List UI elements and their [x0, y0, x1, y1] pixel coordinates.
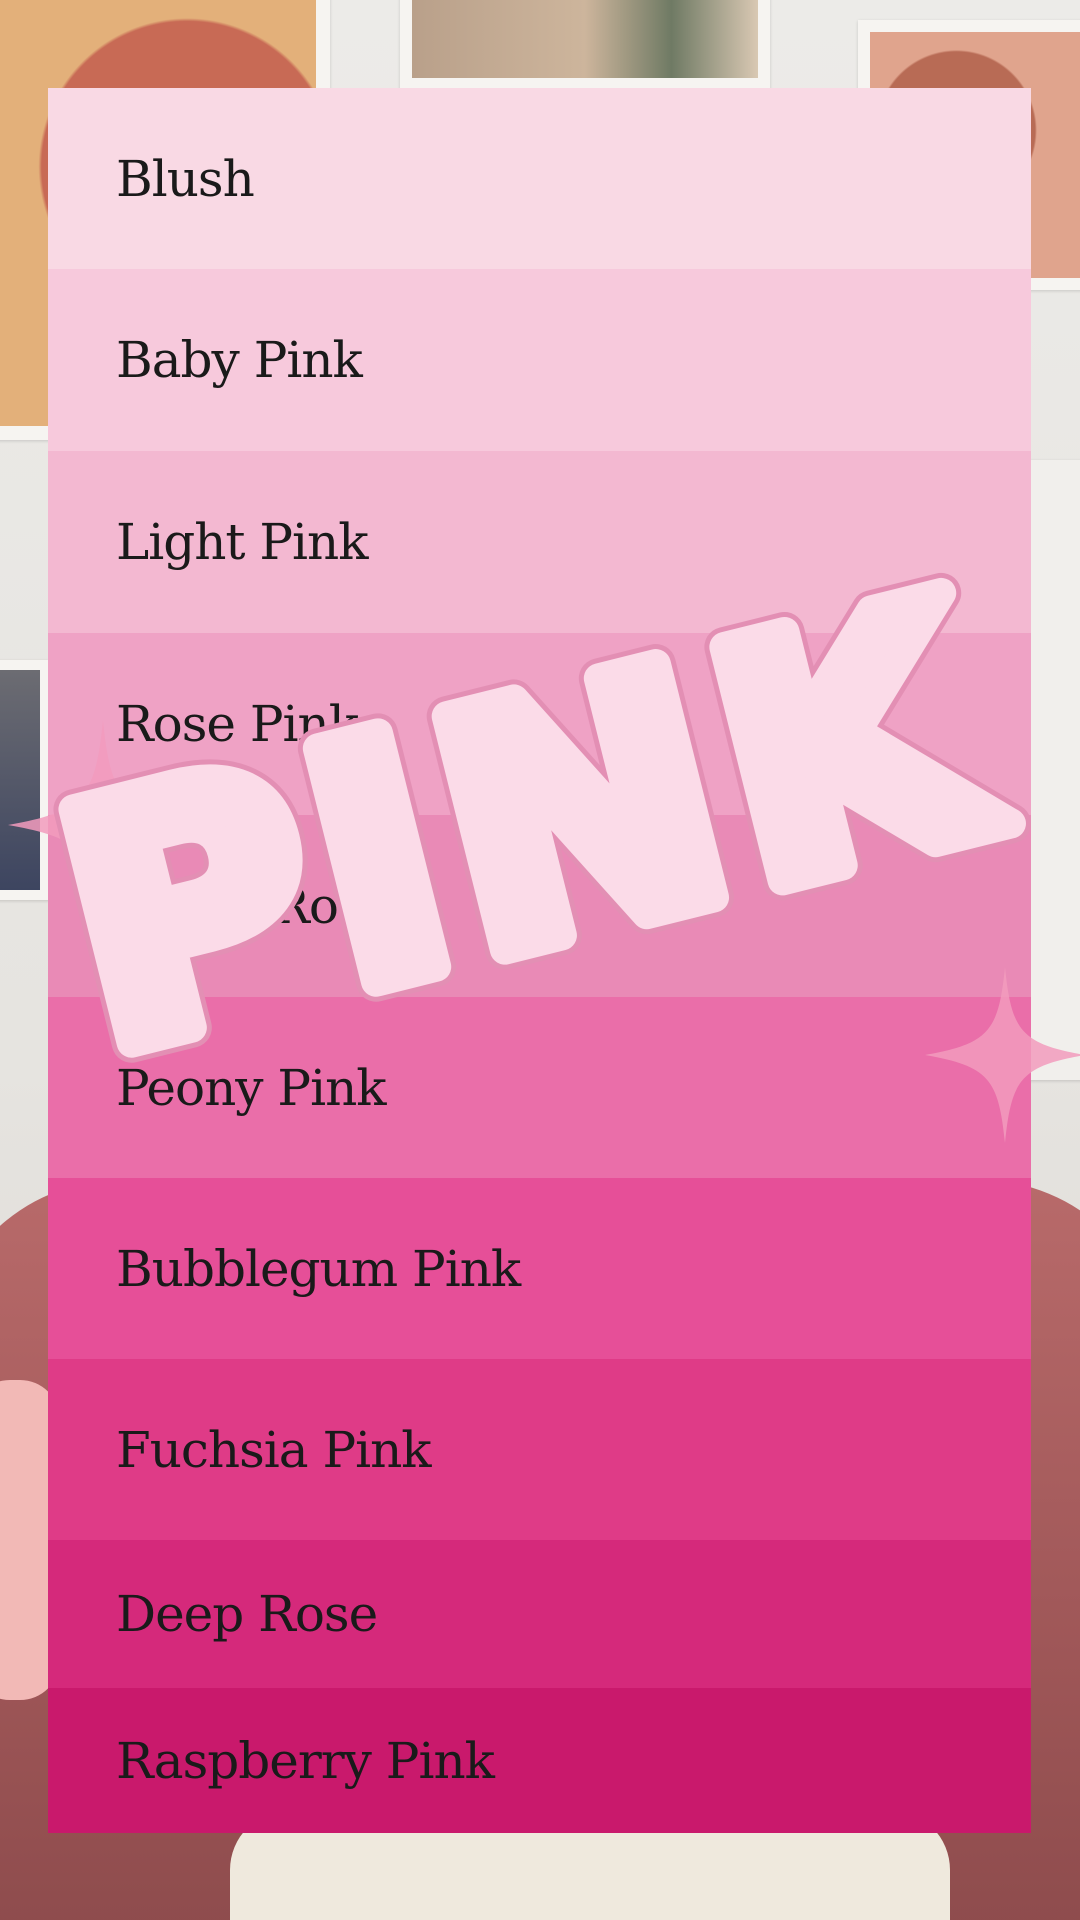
- swatch-label: Fuchsia Pink: [116, 1420, 432, 1479]
- swatch-label: Light Pink: [116, 513, 369, 571]
- swatch-label: Rose Pink: [116, 695, 359, 753]
- swatch-rose-pink: Rose Pink: [48, 633, 1031, 815]
- swatch-dusty-rose: Dusty Rose: [48, 815, 1031, 997]
- wall-art-frame: [0, 660, 50, 900]
- swatch-blush: Blush: [48, 88, 1031, 269]
- color-palette-card: Blush Baby Pink Light Pink Rose Pink Dus…: [48, 88, 1031, 1833]
- swatch-raspberry-pink: Raspberry Pink: [48, 1688, 1031, 1833]
- swatch-label: Raspberry Pink: [116, 1731, 495, 1790]
- swatch-label: Blush: [116, 149, 255, 208]
- wall-art-frame: [400, 0, 770, 90]
- swatch-bubblegum-pink: Bubblegum Pink: [48, 1178, 1031, 1359]
- swatch-label: Deep Rose: [116, 1585, 378, 1643]
- swatch-light-pink: Light Pink: [48, 451, 1031, 633]
- swatch-label: Baby Pink: [116, 331, 363, 389]
- swatch-label: Peony Pink: [116, 1058, 387, 1117]
- swatch-peony-pink: Peony Pink: [48, 997, 1031, 1178]
- swatch-fuchsia-pink: Fuchsia Pink: [48, 1359, 1031, 1540]
- swatch-label: Dusty Rose: [116, 877, 392, 935]
- swatch-baby-pink: Baby Pink: [48, 269, 1031, 451]
- swatch-deep-rose: Deep Rose: [48, 1540, 1031, 1688]
- swatch-label: Bubblegum Pink: [116, 1239, 521, 1298]
